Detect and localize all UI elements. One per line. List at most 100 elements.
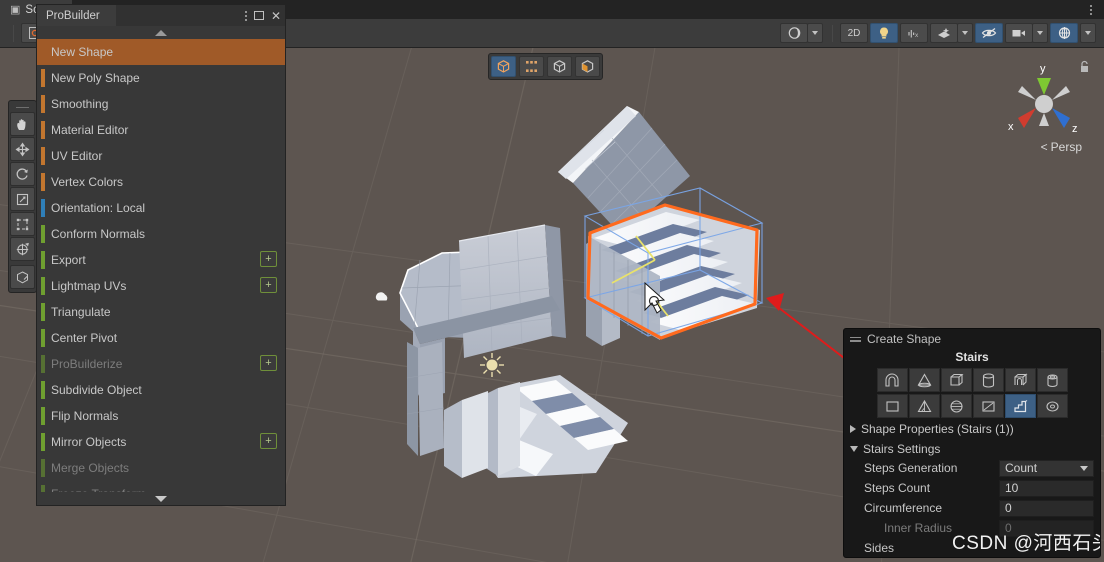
probuilder-item-label: Conform Normals (51, 227, 146, 241)
gizmos-button[interactable] (1050, 23, 1078, 43)
probuilder-item[interactable]: UV Editor (37, 143, 285, 169)
shape-properties-foldout[interactable]: Shape Properties (Stairs (1)) (844, 418, 1100, 438)
field-steps-count: Steps Count 10 (844, 478, 1100, 498)
persp-label: Persp (1050, 140, 1082, 154)
scene-camera-dropdown[interactable] (1032, 23, 1048, 43)
sprite-shape-button[interactable] (972, 394, 1004, 418)
probuilder-item[interactable]: Smoothing (37, 91, 285, 117)
probuilder-item[interactable]: Lightmap UVs + (37, 273, 285, 299)
scene-visibility-button[interactable] (975, 23, 1003, 43)
plane-shape-button[interactable] (876, 394, 908, 418)
close-icon[interactable]: ✕ (271, 10, 281, 22)
object-mode-button[interactable] (491, 56, 516, 77)
shape-type-row-1 (876, 368, 1068, 392)
torus-shape-button[interactable] (1036, 394, 1068, 418)
kebab-menu-icon[interactable] (244, 10, 247, 21)
stairs-shape-button[interactable] (1004, 394, 1036, 418)
probuilder-window-header: ProBuilder ✕ (37, 5, 285, 26)
create-shape-title: Create Shape (867, 332, 942, 346)
steps-count-value: 10 (1005, 481, 1019, 495)
toggle-2d-button[interactable]: 2D (840, 23, 868, 43)
probuilder-item[interactable]: Freeze Transform (37, 481, 285, 492)
chevron-right-icon (850, 425, 856, 433)
door-shape-button[interactable] (1004, 368, 1036, 392)
probuilder-item-label: Export (51, 253, 86, 267)
probuilder-scroll-up[interactable] (37, 26, 285, 39)
chevron-down-icon (962, 31, 968, 35)
item-options-button[interactable]: + (260, 433, 277, 449)
scene-fx-dropdown[interactable] (957, 23, 973, 43)
light-gizmo-icon (480, 353, 504, 377)
scene-audio-button[interactable]: x (900, 23, 928, 43)
vertex-mode-button[interactable] (519, 56, 544, 77)
probuilder-item[interactable]: New Shape (37, 39, 285, 65)
scene-camera-button[interactable] (1005, 23, 1033, 43)
steps-count-label: Steps Count (864, 481, 931, 495)
probuilder-item[interactable]: Flip Normals (37, 403, 285, 429)
gizmos-dropdown[interactable] (1080, 23, 1096, 43)
custom-editor-tool[interactable] (10, 265, 35, 289)
scale-tool[interactable] (10, 187, 35, 211)
cylinder-shape-button[interactable] (972, 368, 1004, 392)
scene-toolbar-right: 2D x (780, 23, 1098, 43)
drag-handle-icon[interactable] (850, 336, 861, 342)
probuilder-tab[interactable]: ProBuilder (37, 5, 116, 26)
sphere-shape-button[interactable] (940, 394, 972, 418)
probuilder-item-label: UV Editor (51, 149, 103, 163)
pipe-shape-button[interactable] (1036, 368, 1068, 392)
rect-transform-tool[interactable] (10, 212, 35, 236)
transform-tool[interactable] (10, 237, 35, 261)
probuilder-item-label: Material Editor (51, 123, 129, 137)
arch-shape-button[interactable] (876, 368, 908, 392)
probuilder-scroll-down[interactable] (37, 492, 285, 505)
probuilder-item[interactable]: New Poly Shape (37, 65, 285, 91)
maximize-icon[interactable] (253, 11, 264, 20)
scene-fx-button[interactable] (930, 23, 958, 43)
scene-lighting-button[interactable] (870, 23, 898, 43)
item-options-button[interactable]: + (260, 277, 277, 293)
prism-shape-button[interactable] (908, 394, 940, 418)
move-tool[interactable] (10, 137, 35, 161)
circumference-input[interactable]: 0 (999, 499, 1094, 517)
draw-mode-dropdown[interactable] (807, 23, 823, 43)
steps-generation-dropdown[interactable]: Count (999, 459, 1094, 477)
probuilder-item[interactable]: Vertex Colors (37, 169, 285, 195)
probuilder-item[interactable]: Mirror Objects + (37, 429, 285, 455)
probuilder-item[interactable]: Export + (37, 247, 285, 273)
probuilder-item[interactable]: Merge Objects (37, 455, 285, 481)
steps-count-input[interactable]: 10 (999, 479, 1094, 497)
cone-shape-button[interactable] (908, 368, 940, 392)
gizmo-lock-icon[interactable] (1079, 60, 1090, 78)
hand-tool[interactable] (10, 112, 35, 136)
probuilder-item[interactable]: Triangulate (37, 299, 285, 325)
probuilder-item[interactable]: Subdivide Object (37, 377, 285, 403)
probuilder-item[interactable]: Orientation: Local (37, 195, 285, 221)
probuilder-item[interactable]: ProBuilderize + (37, 351, 285, 377)
rotate-tool[interactable] (10, 162, 35, 186)
create-shape-header[interactable]: Create Shape (844, 329, 1100, 349)
scene-projection-label[interactable]: < Persp (1041, 140, 1082, 154)
create-shape-current-shape: Stairs (955, 350, 989, 364)
face-mode-button[interactable] (575, 56, 600, 77)
item-color-bar (41, 485, 45, 492)
item-color-bar (41, 433, 45, 451)
gizmo-axis-z-label: z (1072, 123, 1078, 135)
shape-properties-label: Shape Properties (Stairs (1)) (861, 422, 1014, 436)
probuilder-item[interactable]: Center Pivot (37, 325, 285, 351)
tools-drag-handle[interactable] (9, 103, 36, 111)
cube-shape-button[interactable] (940, 368, 972, 392)
stairs-settings-foldout[interactable]: Stairs Settings (844, 438, 1100, 458)
item-options-button[interactable]: + (260, 355, 277, 371)
create-shape-panel: Create Shape Stairs Shape Properties (St… (843, 328, 1101, 558)
chevron-down-icon (812, 31, 818, 35)
edge-mode-button[interactable] (547, 56, 572, 77)
probuilder-item[interactable]: Conform Normals (37, 221, 285, 247)
grid-icon: ▣ (10, 4, 21, 16)
probuilder-window-title: ProBuilder (46, 9, 100, 22)
probuilder-action-list: New Shape New Poly Shape Smoothing Material… (37, 39, 285, 492)
probuilder-item[interactable]: Material Editor (37, 117, 285, 143)
editor-overflow-menu-icon[interactable] (1084, 2, 1098, 17)
probuilder-item-label: Freeze Transform (51, 487, 146, 492)
draw-mode-button[interactable] (780, 23, 808, 43)
item-options-button[interactable]: + (260, 251, 277, 267)
